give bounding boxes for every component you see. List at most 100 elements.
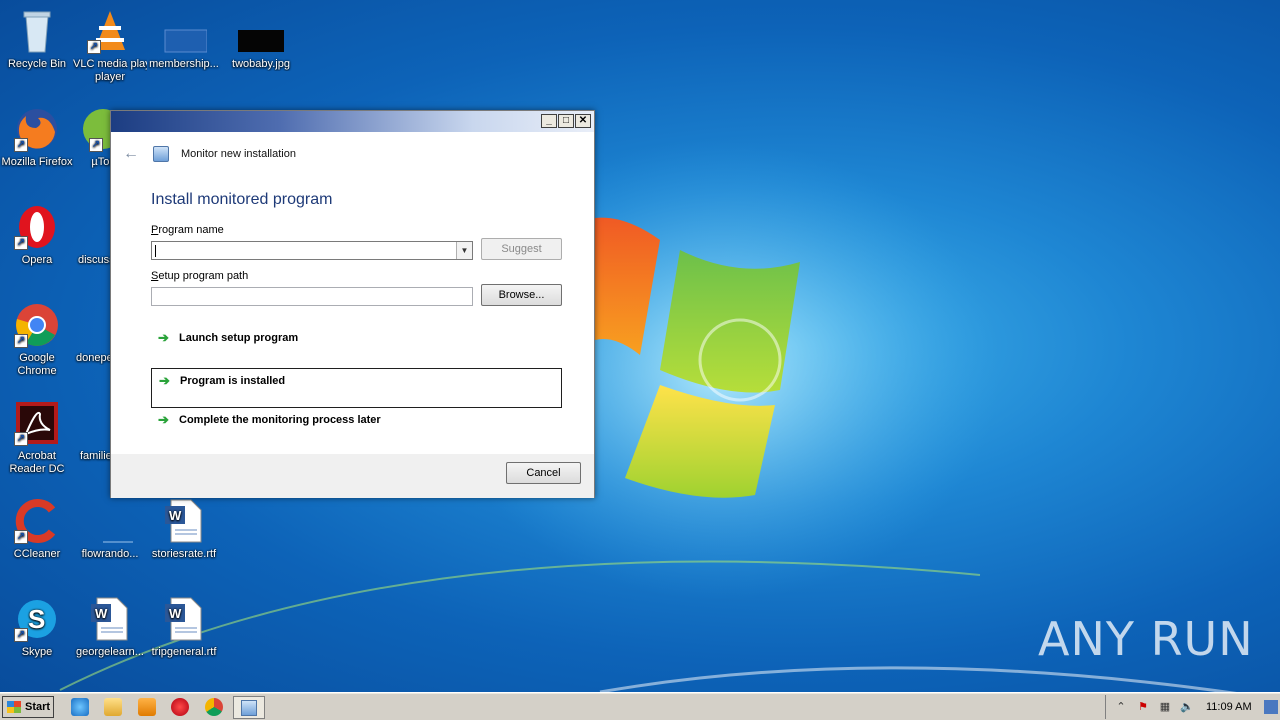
desktop-icon-label: CCleaner: [13, 548, 61, 560]
utorrent-icon: ↗: [73, 106, 113, 152]
program-name-combobox[interactable]: ▼: [151, 241, 473, 260]
start-label: Start: [25, 701, 51, 713]
setup-path-label: Setup program path: [151, 270, 249, 282]
recycle-bin-icon: [14, 8, 60, 54]
launch-setup-link[interactable]: ➔ Launch setup program: [151, 326, 562, 366]
desktop-icon-label: Mozilla Firefox: [1, 156, 73, 168]
program-installed-link[interactable]: ➔ Program is installed: [151, 368, 562, 408]
ccleaner-icon: ↗: [14, 498, 60, 544]
installer-app-icon: [241, 700, 257, 716]
desktop-icon-label: Recycle Bin: [7, 58, 67, 70]
dialog-titlebar[interactable]: _ □ ✕: [111, 111, 594, 132]
minimize-button[interactable]: _: [541, 114, 557, 128]
shortcut-arrow-icon: ↗: [14, 628, 28, 642]
skype-icon: S ↗: [14, 596, 60, 642]
shortcut-arrow-icon: ↗: [14, 530, 28, 544]
acrobat-icon: ↗: [14, 400, 60, 446]
shortcut-arrow-icon: ↗: [14, 334, 28, 348]
dialog-content: ← Monitor new installation Install monit…: [111, 132, 594, 454]
desktop-icon-twobaby[interactable]: twobaby.jpg: [224, 8, 298, 71]
desktop-icon-discuss[interactable]: discuss: [73, 204, 111, 267]
dialog-footer: Cancel: [111, 454, 594, 498]
shortcut-arrow-icon: ↗: [14, 432, 28, 446]
dialog-nav: ← Monitor new installation: [123, 144, 296, 164]
image-thumbnail-icon: [238, 8, 284, 54]
desktop-icon-label: Opera: [21, 254, 53, 266]
opera-icon: ↗: [14, 204, 60, 250]
desktop-icon-ccleaner[interactable]: ↗ CCleaner: [0, 498, 74, 561]
media-player-icon[interactable]: [138, 698, 156, 716]
volume-icon[interactable]: 🔈: [1180, 700, 1194, 714]
program-name-label: Program name: [151, 224, 224, 236]
file-icon: [73, 400, 111, 446]
desktop-icon-label: Acrobat Reader DC: [9, 450, 65, 475]
installer-app-icon: [153, 146, 169, 162]
start-button[interactable]: Start: [2, 696, 54, 718]
show-desktop-icon[interactable]: [1263, 700, 1278, 714]
text-caret: [155, 245, 156, 257]
desktop-icon-label: storiesrate.rtf: [151, 548, 217, 560]
complete-later-link[interactable]: ➔ Complete the monitoring process later: [151, 408, 562, 448]
active-task-installer[interactable]: [233, 696, 265, 719]
desktop-icon-label: familie: [80, 450, 111, 462]
green-arrow-icon: ➔: [159, 373, 170, 388]
desktop-icon-label: µTor: [91, 156, 113, 168]
desktop-icon-georgelearn[interactable]: W georgelearn...: [73, 596, 147, 659]
desktop-icon-acrobat[interactable]: ↗ Acrobat Reader DC: [0, 400, 74, 476]
taskbar: Start ⌃ ⚑ ▦ 🔈 11:09 AM: [0, 692, 1280, 720]
close-button[interactable]: ✕: [575, 114, 591, 128]
network-icon[interactable]: ▦: [1158, 700, 1172, 714]
window-controls: _ □ ✕: [541, 114, 591, 128]
monitor-installation-dialog: _ □ ✕ ← Monitor new installation Install…: [110, 110, 595, 498]
desktop-icon-label: Google Chrome: [17, 352, 57, 377]
desktop-icon-skype[interactable]: S ↗ Skype: [0, 596, 74, 659]
file-icon: [73, 204, 111, 250]
chevron-down-icon[interactable]: ▼: [456, 242, 472, 259]
suggest-button[interactable]: Suggest: [481, 238, 562, 260]
maximize-button[interactable]: □: [558, 114, 574, 128]
desktop-icon-recycle-bin[interactable]: Recycle Bin: [0, 8, 74, 71]
desktop-icon-label: Skype: [21, 646, 53, 658]
firefox-icon: ↗: [14, 106, 60, 152]
desktop-icon-label: VLC media player: [73, 58, 147, 70]
desktop-icon-vlc[interactable]: ↗ VLC media player player: [73, 8, 147, 84]
desktop-icon-membership[interactable]: membership...: [147, 8, 221, 71]
desktop-icon-flowrando[interactable]: flowrando...: [73, 498, 147, 561]
desktop-icon-storiesrate[interactable]: W storiesrate.rtf: [147, 498, 221, 561]
desktop-icon-utorrent[interactable]: ↗ µTor: [73, 106, 113, 169]
desktop-icon-firefox[interactable]: ↗ Mozilla Firefox: [0, 106, 74, 169]
back-arrow-icon[interactable]: ←: [123, 145, 143, 163]
desktop-icon-label: membership...: [149, 58, 219, 70]
setup-path-input[interactable]: [151, 287, 473, 306]
cancel-button[interactable]: Cancel: [506, 462, 581, 484]
action-center-icon[interactable]: ⚑: [1136, 700, 1150, 714]
page-heading: Install monitored program: [151, 191, 333, 208]
desktop-icon-label: discuss: [78, 254, 111, 266]
desktop-icon-label: flowrando...: [81, 548, 139, 560]
program-installed-label: Program is installed: [180, 375, 286, 387]
desktop-icon-donepe[interactable]: donepe: [73, 302, 111, 365]
chevron-up-icon[interactable]: ⌃: [1114, 700, 1128, 714]
chrome-taskbar-icon[interactable]: [205, 698, 223, 716]
shortcut-arrow-icon: ↗: [14, 138, 28, 152]
file-explorer-icon[interactable]: [104, 698, 122, 716]
clock[interactable]: 11:09 AM: [1206, 701, 1252, 713]
word-doc-icon: W: [161, 498, 207, 544]
browse-button[interactable]: Browse...: [481, 284, 562, 306]
desktop-icon-label: georgelearn...: [76, 646, 144, 658]
complete-later-label: Complete the monitoring process later: [179, 414, 381, 426]
svg-text:W: W: [95, 606, 108, 621]
desktop-icon-tripgeneral[interactable]: W tripgeneral.rtf: [147, 596, 221, 659]
svg-text:S: S: [28, 604, 45, 634]
chrome-icon: ↗: [14, 302, 60, 348]
opera-taskbar-icon[interactable]: [171, 698, 189, 716]
launch-setup-label: Launch setup program: [179, 332, 299, 344]
internet-explorer-icon[interactable]: [71, 698, 89, 716]
desktop-icon-opera[interactable]: ↗ Opera: [0, 204, 74, 267]
dialog-title: Monitor new installation: [181, 148, 296, 160]
desktop-icon-chrome[interactable]: ↗ Google Chrome: [0, 302, 74, 378]
desktop-icon-familie[interactable]: familie: [73, 400, 111, 463]
shortcut-arrow-icon: ↗: [89, 138, 103, 152]
shortcut-arrow-icon: ↗: [87, 40, 101, 54]
desktop-icon-label: tripgeneral.rtf: [151, 646, 217, 658]
